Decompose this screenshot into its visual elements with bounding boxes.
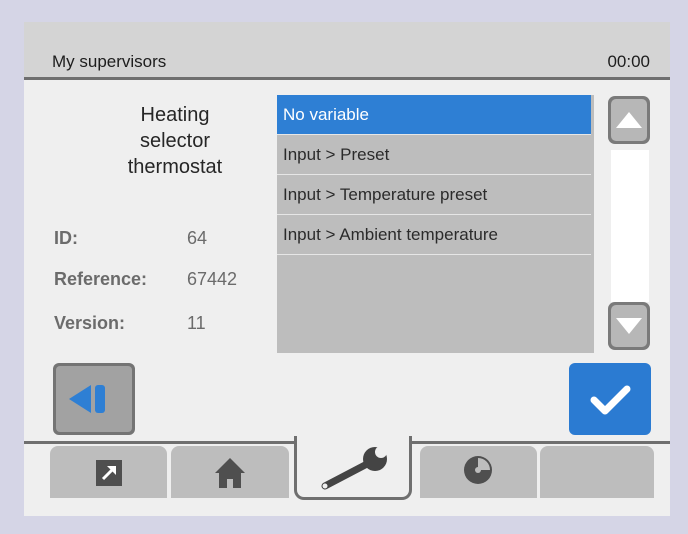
variable-item-temperature-preset[interactable]: Input > Temperature preset bbox=[277, 175, 591, 215]
tab-disc[interactable] bbox=[420, 446, 537, 498]
version-value: 11 bbox=[187, 313, 206, 333]
scrollbar-track[interactable] bbox=[611, 150, 649, 302]
variable-item-no-variable[interactable]: No variable bbox=[277, 95, 591, 135]
scroll-up-button[interactable] bbox=[608, 96, 650, 144]
page-title: My supervisors bbox=[52, 52, 167, 71]
id-label: ID: bbox=[54, 228, 78, 248]
external-arrow-icon bbox=[96, 460, 122, 486]
id-value: 64 bbox=[187, 228, 208, 248]
title-bar: My supervisors 00:00 bbox=[24, 22, 670, 80]
back-button[interactable] bbox=[53, 363, 135, 435]
device-name: Heating selector thermostat bbox=[80, 102, 270, 180]
confirm-button[interactable] bbox=[569, 363, 651, 435]
tab-home[interactable] bbox=[171, 446, 289, 498]
tab-empty[interactable] bbox=[540, 446, 654, 498]
tab-shortcuts[interactable] bbox=[50, 446, 167, 498]
checkmark-icon bbox=[590, 385, 631, 415]
reference-value: 67442 bbox=[187, 269, 238, 289]
version-label: Version: bbox=[54, 313, 126, 333]
variable-list: No variable Input > Preset Input > Tempe… bbox=[277, 95, 594, 353]
reference-label: Reference: bbox=[54, 269, 148, 289]
triangle-down-icon bbox=[616, 318, 642, 334]
home-icon bbox=[215, 458, 245, 488]
device-name-line-1: Heating bbox=[140, 104, 210, 126]
device-name-line-3: thermostat bbox=[127, 156, 223, 178]
tab-settings[interactable] bbox=[294, 436, 412, 500]
screen: My supervisors 00:00 Heating selector th… bbox=[24, 22, 670, 516]
variable-item-ambient-temperature[interactable]: Input > Ambient temperature bbox=[277, 215, 591, 255]
scroll-down-button[interactable] bbox=[608, 302, 650, 350]
back-arrow-icon bbox=[69, 385, 105, 413]
triangle-up-icon bbox=[616, 112, 642, 128]
variable-item-preset[interactable]: Input > Preset bbox=[277, 135, 591, 175]
disc-icon bbox=[464, 456, 492, 484]
clock-time: 00:00 bbox=[607, 52, 650, 71]
device-name-line-2: selector bbox=[139, 130, 211, 152]
wrench-icon bbox=[321, 446, 387, 490]
